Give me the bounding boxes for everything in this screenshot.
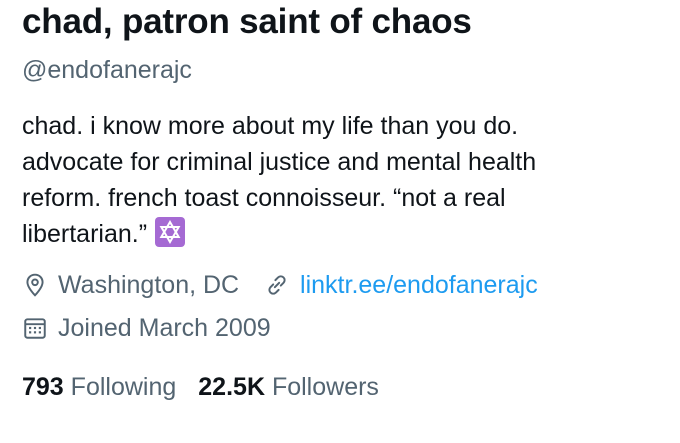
followers-label: Followers [271,373,379,401]
following-count: 793 [22,373,64,401]
follow-stats: 793 Following 22.5K Followers [22,370,401,404]
profile-bio: chad. i know more about my life than you… [22,108,662,252]
star-of-david-icon [155,217,186,247]
display-name: chad, patron saint of chaos [22,2,472,41]
followers-count: 22.5K [198,373,265,401]
location-item: Washington, DC [22,271,246,299]
followers-link[interactable]: 22.5K Followers [198,373,379,401]
joined-row: Joined March 2009 [22,311,271,345]
location-pin-icon [22,272,48,298]
bio-line: advocate for criminal justice and mental… [22,148,537,176]
link-icon [264,272,290,298]
user-handle: @endofanerajc [22,56,192,84]
website-item[interactable]: linktr.ee/endofanerajc [264,271,538,299]
website-link[interactable]: linktr.ee/endofanerajc [300,271,538,299]
following-label: Following [70,373,177,401]
bio-line-text: libertarian.” [22,220,148,248]
bio-line: chad. i know more about my life than you… [22,112,519,140]
bio-line-last: libertarian.” [22,216,662,252]
following-link[interactable]: 793 Following [22,373,176,401]
calendar-icon [22,315,48,341]
profile-meta-row: Washington, DC linktr.ee/endofanerajc [22,268,538,302]
bio-line: reform. french toast connoisseur. “not a… [22,184,506,212]
location-text: Washington, DC [58,271,240,299]
joined-text: Joined March 2009 [58,314,271,342]
